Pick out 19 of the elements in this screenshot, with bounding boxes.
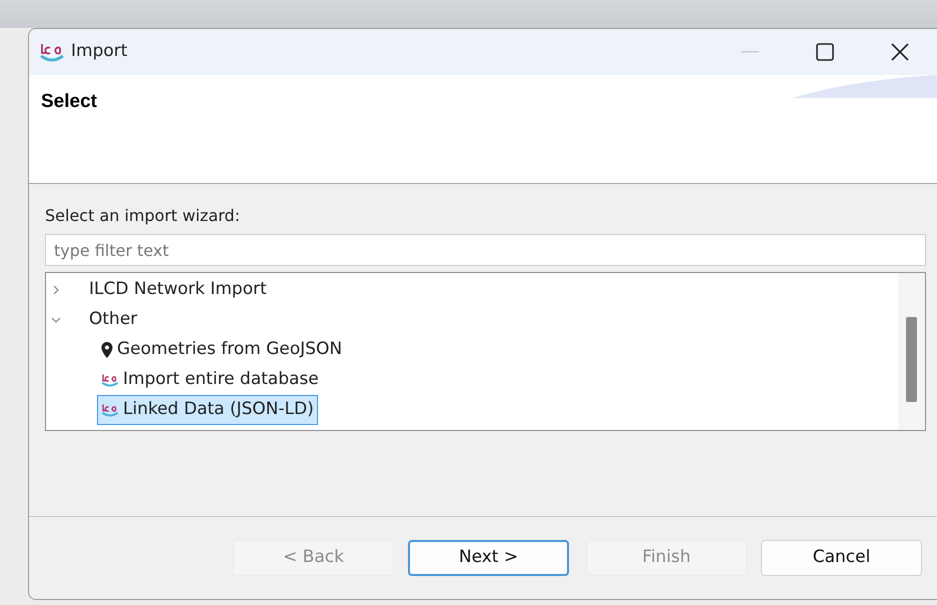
- window-title: Import: [71, 40, 128, 64]
- tree-item[interactable]: Geometries from GeoJSON: [97, 335, 346, 365]
- app-logo-icon: [39, 41, 65, 63]
- filter-field[interactable]: type filter text: [45, 234, 926, 266]
- close-icon[interactable]: [890, 43, 908, 61]
- tree-item[interactable]: Other: [85, 305, 142, 335]
- app-logo-icon: [101, 402, 119, 418]
- map-pin-icon: [101, 342, 113, 358]
- page-title: Select: [41, 91, 98, 114]
- wizard-button[interactable]: Cancel: [761, 540, 922, 576]
- tree-item[interactable]: ILCD Network Import: [85, 275, 271, 305]
- tree-item[interactable]: Linked Data (JSON-LD): [97, 395, 318, 425]
- maximize-icon[interactable]: [816, 43, 834, 61]
- app-logo-icon: [101, 372, 119, 388]
- wizard-button[interactable]: Next >: [408, 540, 569, 576]
- prompt-label: Select an import wizard:: [45, 205, 240, 227]
- tree-item[interactable]: Import entire database: [97, 365, 323, 395]
- scroll-thumb[interactable]: [906, 317, 917, 402]
- scrollbar[interactable]: [898, 273, 925, 430]
